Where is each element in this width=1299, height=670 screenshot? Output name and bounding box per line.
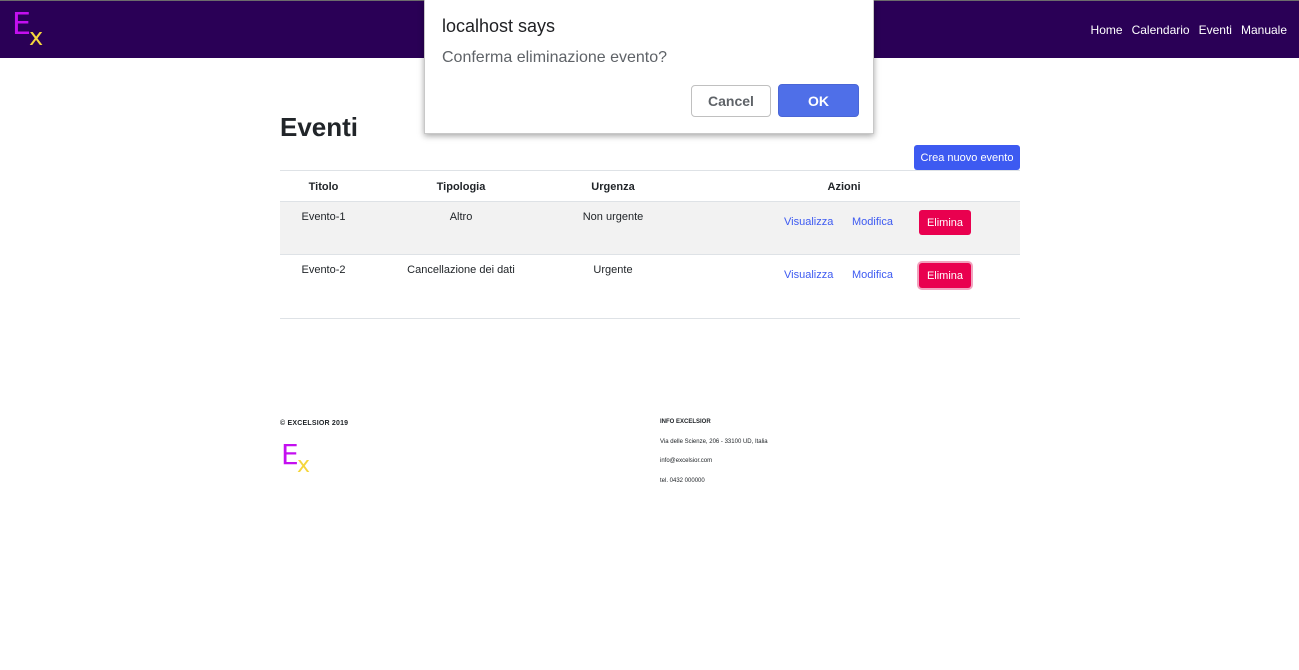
nav-link-manuale[interactable]: Manuale — [1241, 23, 1287, 37]
dialog-message: Conferma eliminazione evento? — [442, 49, 668, 66]
cell-urgenza: Urgente — [593, 264, 633, 276]
cell-tipologia: Altro — [449, 211, 473, 223]
view-event-link[interactable]: Visualizza — [784, 216, 833, 228]
table-row: Evento-2 Cancellazione dei dati Urgente … — [280, 255, 1020, 319]
cell-tipologia: Cancellazione dei dati — [407, 264, 515, 276]
logo-letter-x: x — [29, 23, 44, 51]
delete-event-button[interactable]: Elimina — [919, 210, 971, 235]
view-event-link[interactable]: Visualizza — [784, 269, 833, 281]
edit-event-link[interactable]: Modifica — [852, 269, 893, 281]
logo-letter-x: x — [297, 453, 311, 478]
footer-copyright: © EXCELSIOR 2019 — [280, 420, 349, 427]
brand-logo[interactable]: E x — [12, 10, 52, 52]
edit-event-link[interactable]: Modifica — [852, 216, 893, 228]
create-event-button[interactable]: Crea nuovo evento — [914, 145, 1020, 170]
nav-link-calendario[interactable]: Calendario — [1132, 23, 1190, 37]
page-title: Eventi — [280, 112, 359, 142]
table-header: Titolo Tipologia Urgenza Azioni — [280, 170, 1020, 202]
cell-urgenza: Non urgente — [582, 211, 644, 223]
nav-links: Home Calendario Eventi Manuale — [1091, 1, 1287, 59]
confirm-dialog: localhost says Conferma eliminazione eve… — [424, 0, 874, 134]
events-table: Titolo Tipologia Urgenza Azioni Evento-1… — [280, 170, 1020, 319]
footer-address: Via delle Scienze, 206 - 33100 UD, Itali… — [660, 439, 768, 445]
header-tipologia: Tipologia — [436, 181, 486, 193]
table-row: Evento-1 Altro Non urgente Visualizza Mo… — [280, 202, 1020, 255]
header-titolo: Titolo — [308, 181, 339, 193]
delete-event-button[interactable]: Elimina — [919, 263, 971, 288]
footer-logo: E x — [281, 441, 317, 479]
cell-titolo: Evento-2 — [301, 264, 346, 276]
nav-link-home[interactable]: Home — [1091, 23, 1123, 37]
nav-link-eventi[interactable]: Eventi — [1199, 23, 1232, 37]
dialog-ok-button[interactable]: OK — [778, 84, 859, 117]
cell-titolo: Evento-1 — [301, 211, 346, 223]
dialog-cancel-button[interactable]: Cancel — [691, 85, 771, 117]
footer-email: info@excelsior.com — [660, 458, 713, 464]
footer-phone: tel. 0432 000000 — [660, 478, 705, 484]
footer-info-title: INFO EXCELSIOR — [660, 419, 711, 425]
header-azioni: Azioni — [827, 181, 861, 193]
header-urgenza: Urgenza — [591, 181, 635, 193]
dialog-title: localhost says — [442, 16, 556, 36]
